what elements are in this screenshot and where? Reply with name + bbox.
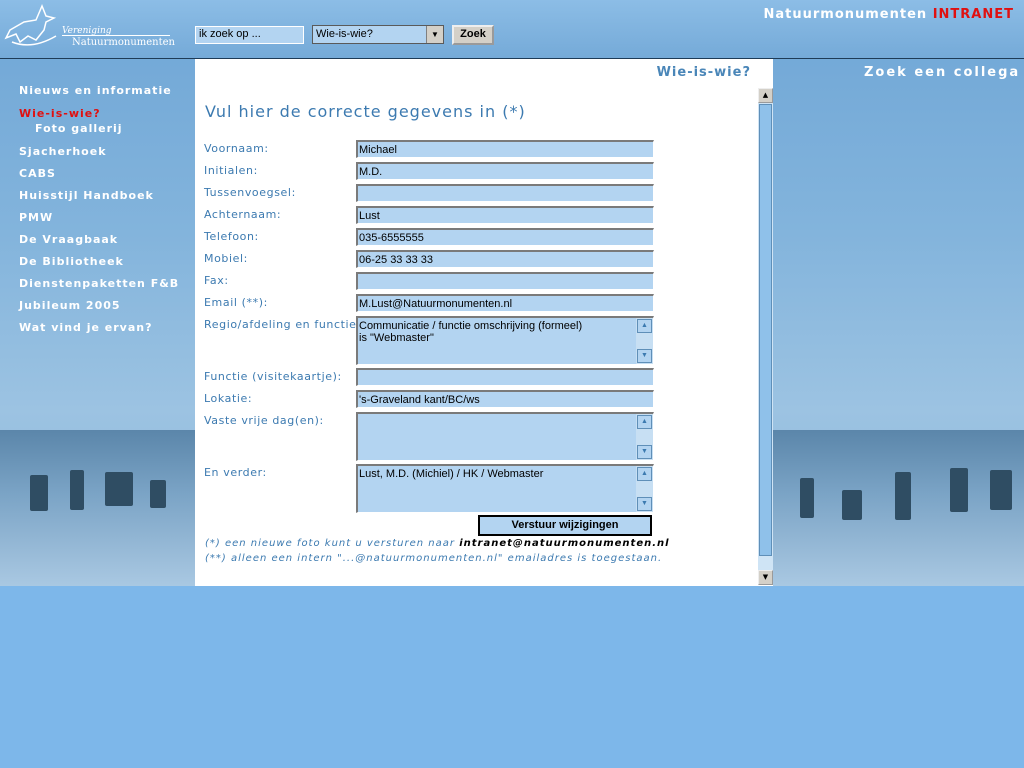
nav-item-foto-gallerij[interactable]: Foto gallerij xyxy=(35,122,123,135)
form-title: Vul hier de correcte gegevens in (*) xyxy=(205,102,526,121)
nav-item-cabs[interactable]: CABS xyxy=(19,167,56,180)
textarea-scrollbar[interactable]: ▲ ▼ xyxy=(636,414,653,460)
initialen-field[interactable]: M.D. xyxy=(356,162,654,180)
scroll-down-icon[interactable]: ▼ xyxy=(758,570,773,585)
nav-item-bibliotheek[interactable]: De Bibliotheek xyxy=(19,255,124,268)
label-mobiel: Mobiel: xyxy=(204,252,248,265)
label-verder: En verder: xyxy=(204,466,267,479)
scroll-down-icon[interactable]: ▼ xyxy=(637,445,652,459)
textarea-scrollbar[interactable]: ▲ ▼ xyxy=(636,318,653,364)
water-post xyxy=(105,472,133,506)
logo[interactable]: Vereniging Natuurmonumenten xyxy=(2,2,175,56)
tussenvoegsel-field[interactable] xyxy=(356,184,654,202)
nav-item-dienstenpaketten[interactable]: Dienstenpaketten F&B xyxy=(19,277,179,290)
water-post xyxy=(150,480,166,508)
lokatie-field[interactable]: 's-Graveland kant/BC/ws xyxy=(356,390,654,408)
nav-item-jubileum[interactable]: Jubileum 2005 xyxy=(19,299,121,312)
note-photo-text: (*) een nieuwe foto kunt u versturen naa… xyxy=(205,538,460,549)
scroll-down-icon[interactable]: ▼ xyxy=(637,497,652,511)
search-button[interactable]: Zoek xyxy=(452,25,494,45)
water-post xyxy=(70,470,84,510)
brand-main: Natuurmonumenten xyxy=(763,7,928,22)
nav-item-huisstijl[interactable]: Huisstijl Handboek xyxy=(19,189,154,202)
label-achternaam: Achternaam: xyxy=(204,208,282,221)
label-fax: Fax: xyxy=(204,274,229,287)
logo-divider xyxy=(62,35,170,36)
main-scrollbar[interactable]: ▲ ▼ xyxy=(758,88,773,585)
nav-item-pmw[interactable]: PMW xyxy=(19,211,53,224)
right-panel-title: Zoek een collega xyxy=(864,65,1021,80)
label-initialen: Initialen: xyxy=(204,164,258,177)
scroll-down-icon[interactable]: ▼ xyxy=(637,349,652,363)
textarea-scrollbar[interactable]: ▲ ▼ xyxy=(636,466,653,512)
telefoon-field[interactable]: 035-6555555 xyxy=(356,228,654,246)
nav-item-vraagbaak[interactable]: De Vraagbaak xyxy=(19,233,118,246)
brand-title: Natuurmonumenten INTRANET xyxy=(763,7,1014,22)
water-post xyxy=(30,475,48,511)
water-post xyxy=(800,478,814,518)
page-label: Wie-is-wie? xyxy=(656,65,751,80)
scrollbar-thumb[interactable] xyxy=(759,104,772,556)
main-content: Wie-is-wie? Vul hier de correcte gegeven… xyxy=(195,59,773,586)
label-functie: Functie (visitekaartje): xyxy=(204,370,342,383)
mobiel-field[interactable]: 06-25 33 33 33 xyxy=(356,250,654,268)
verder-textarea[interactable]: Lust, M.D. (Michiel) / HK / Webmaster ▲ … xyxy=(356,464,654,513)
search-category-select[interactable]: Wie-is-wie? ▼ xyxy=(312,25,444,44)
top-bar: Vereniging Natuurmonumenten ik zoek op .… xyxy=(0,0,1024,59)
verder-value: Lust, M.D. (Michiel) / HK / Webmaster xyxy=(359,468,544,480)
water-post xyxy=(895,472,911,520)
email-field[interactable]: M.Lust@Natuurmonumenten.nl xyxy=(356,294,654,312)
fax-field[interactable] xyxy=(356,272,654,290)
nav-item-nieuws[interactable]: Nieuws en informatie xyxy=(19,84,172,97)
scroll-up-icon[interactable]: ▲ xyxy=(637,319,652,333)
submit-button[interactable]: Verstuur wijzigingen xyxy=(478,515,652,536)
search-input[interactable]: ik zoek op ... xyxy=(195,26,304,44)
note-photo-email[interactable]: intranet@natuurmonumenten.nl xyxy=(459,538,669,549)
scroll-up-icon[interactable]: ▲ xyxy=(637,415,652,429)
note-photo: (*) een nieuwe foto kunt u versturen naa… xyxy=(205,538,670,549)
voornaam-field[interactable]: Michael xyxy=(356,140,654,158)
select-value: Wie-is-wie? xyxy=(316,28,373,40)
functie-field[interactable] xyxy=(356,368,654,386)
bird-logo-icon xyxy=(4,4,57,46)
vrije-dag-textarea[interactable]: ▲ ▼ xyxy=(356,412,654,461)
water-post xyxy=(842,490,862,520)
regio-value: Communicatie / functie omschrijving (for… xyxy=(359,320,583,344)
water-post xyxy=(990,470,1012,510)
scroll-up-icon[interactable]: ▲ xyxy=(758,88,773,103)
label-telefoon: Telefoon: xyxy=(204,230,259,243)
brand-accent: INTRANET xyxy=(932,7,1014,22)
nav-item-wat-vind-je[interactable]: Wat vind je ervan? xyxy=(19,321,152,334)
label-regio: Regio/afdeling en functie: xyxy=(204,318,361,331)
nav-item-wie-is-wie[interactable]: Wie-is-wie? xyxy=(19,107,101,120)
regio-textarea[interactable]: Communicatie / functie omschrijving (for… xyxy=(356,316,654,365)
label-vrije-dag: Vaste vrije dag(en): xyxy=(204,414,324,427)
label-email: Email (**): xyxy=(204,296,268,309)
label-lokatie: Lokatie: xyxy=(204,392,253,405)
water-post xyxy=(950,468,968,512)
label-tussenvoegsel: Tussenvoegsel: xyxy=(204,186,296,199)
nav-item-sjacherhoek[interactable]: Sjacherhoek xyxy=(19,145,107,158)
chevron-down-icon[interactable]: ▼ xyxy=(426,26,443,43)
note-email: (**) alleen een intern "...@natuurmonume… xyxy=(205,553,663,564)
label-voornaam: Voornaam: xyxy=(204,142,269,155)
achternaam-field[interactable]: Lust xyxy=(356,206,654,224)
scroll-up-icon[interactable]: ▲ xyxy=(637,467,652,481)
logo-text-natuurmonumenten: Natuurmonumenten xyxy=(72,37,175,48)
